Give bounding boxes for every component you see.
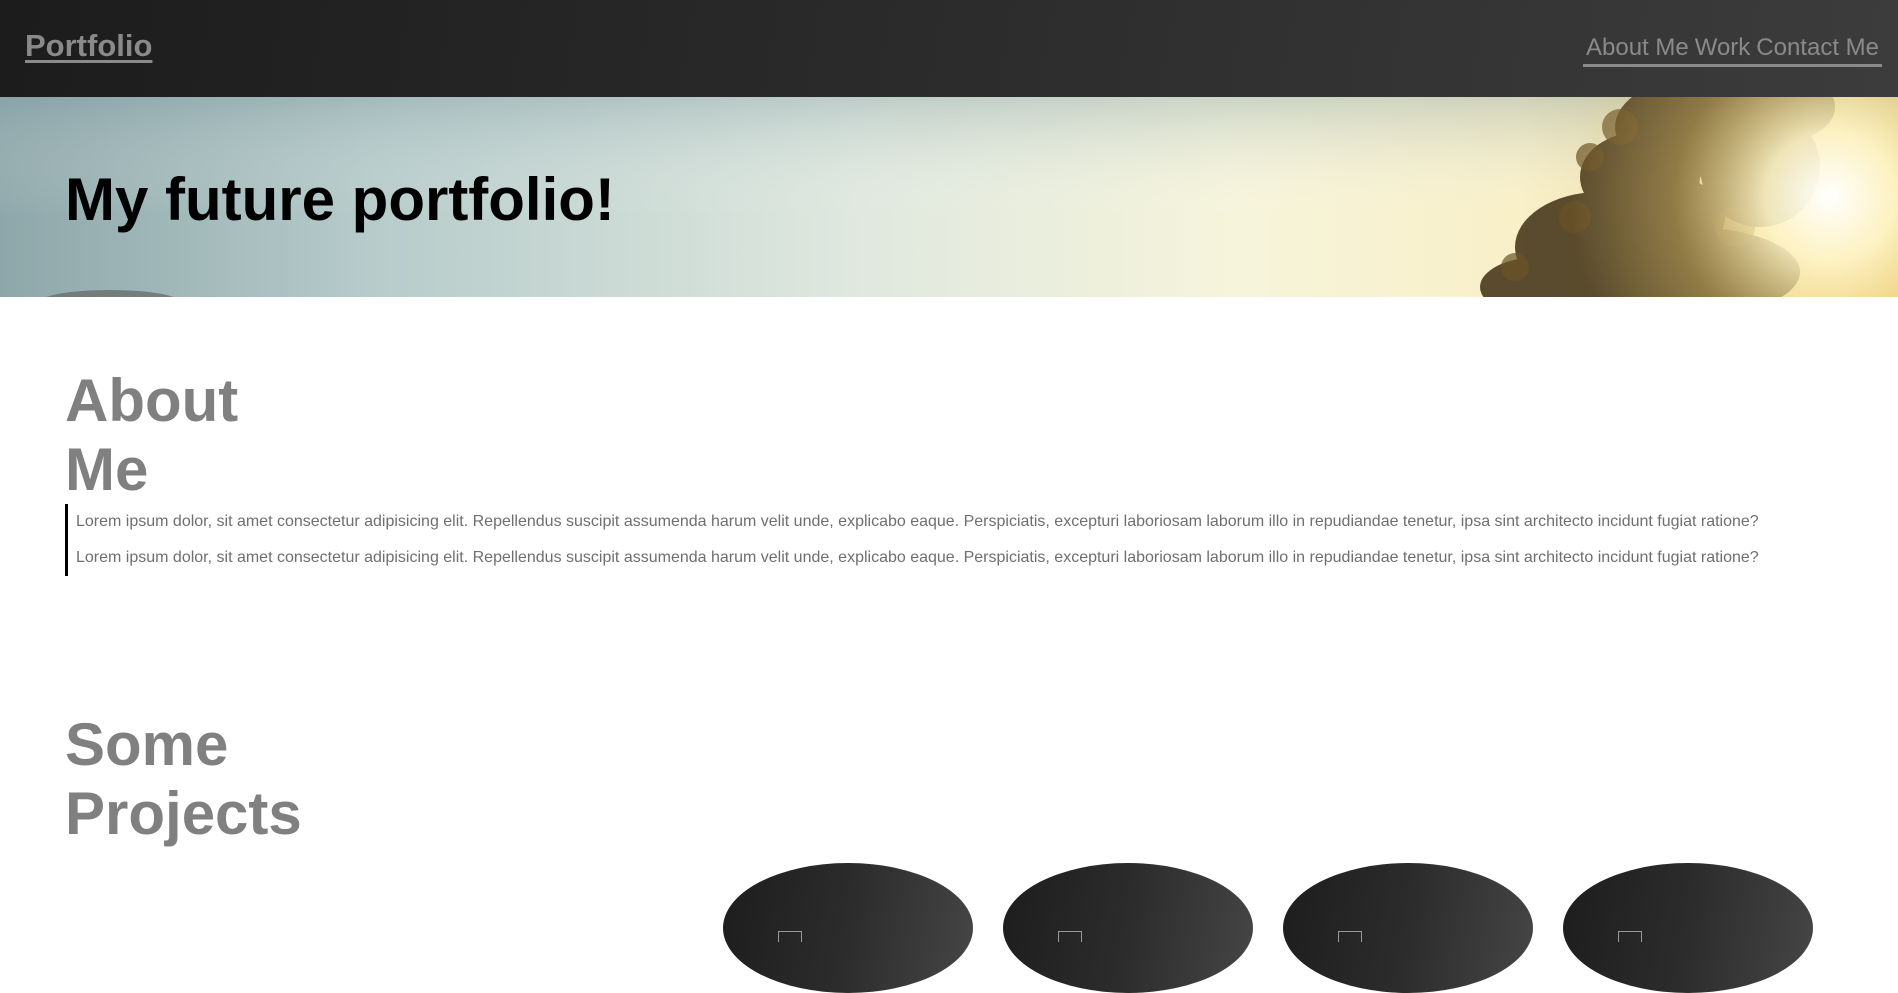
nav-links: About Me Work Contact Me <box>1582 34 1882 67</box>
navbar: Portfolio About Me Work Contact Me <box>0 0 1898 97</box>
about-paragraph: Lorem ipsum dolor, sit amet consectetur … <box>76 549 1759 566</box>
about-paragraph: Lorem ipsum dolor, sit amet consectetur … <box>76 513 1759 530</box>
brand-link[interactable]: Portfolio <box>25 28 152 64</box>
hero-banner: My future portfolio! <box>0 97 1898 297</box>
about-heading: About Me <box>65 366 238 504</box>
nav-link-about-me[interactable]: About Me <box>1586 34 1689 62</box>
nav-link-contact-me[interactable]: Contact Me <box>1756 34 1879 62</box>
projects-heading-line1: Some <box>65 711 229 778</box>
projects-heading-line2: Projects <box>65 780 302 847</box>
project-image-icon <box>1618 931 1642 942</box>
project-card-3[interactable] <box>1283 863 1533 993</box>
hero-title: My future portfolio! <box>65 166 615 233</box>
nav-link-work[interactable]: Work <box>1695 34 1751 62</box>
about-heading-line1: About <box>65 367 239 434</box>
project-image-icon <box>1338 931 1362 942</box>
project-card-4[interactable] <box>1563 863 1813 993</box>
project-card-2[interactable] <box>1003 863 1253 993</box>
project-image-icon <box>778 931 802 942</box>
about-heading-line2: Me <box>65 436 149 503</box>
about-text-block: Lorem ipsum dolor, sit amet consectetur … <box>65 504 1876 576</box>
project-image-icon <box>1058 931 1082 942</box>
project-card-1[interactable] <box>723 863 973 993</box>
projects-heading: Some Projects <box>65 710 302 848</box>
